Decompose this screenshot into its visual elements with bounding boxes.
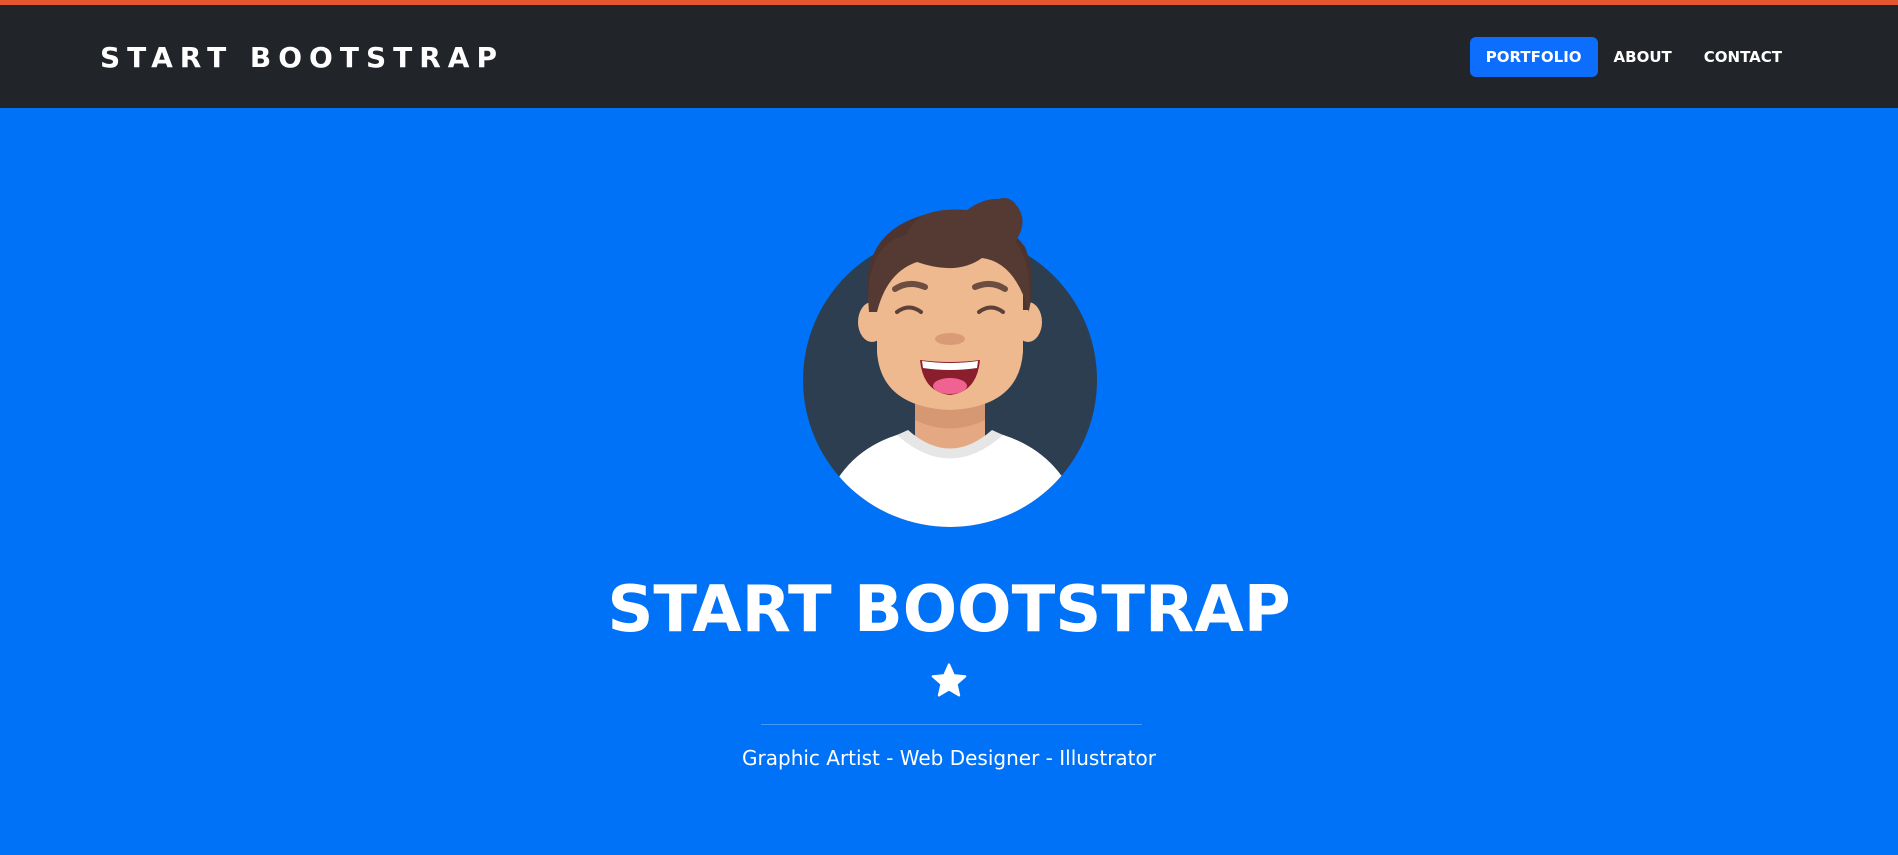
star-icon [931, 663, 967, 697]
divider-line [761, 724, 1142, 725]
page-title: START BOOTSTRAP [607, 573, 1291, 647]
masthead: START BOOTSTRAP Graphic Artist - Web Des… [0, 108, 1898, 855]
avatar-illustration [803, 198, 1097, 527]
navbar: START BOOTSTRAP PORTFOLIO ABOUT CONTACT [0, 5, 1898, 108]
nav-item-portfolio[interactable]: PORTFOLIO [1469, 37, 1598, 77]
nav-menu: PORTFOLIO ABOUT CONTACT [1469, 37, 1798, 77]
navbar-brand[interactable]: START BOOTSTRAP [100, 41, 504, 74]
subtitle: Graphic Artist - Web Designer - Illustra… [742, 746, 1156, 770]
avatar [797, 192, 1103, 540]
nav-item-about[interactable]: ABOUT [1598, 37, 1688, 77]
nav-item-contact[interactable]: CONTACT [1688, 37, 1798, 77]
